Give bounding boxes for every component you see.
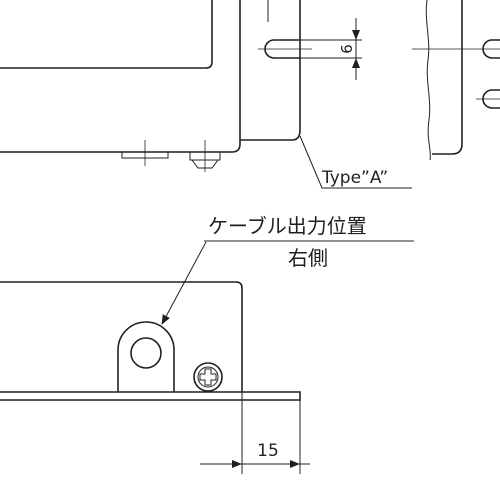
base-plate	[0, 391, 301, 401]
top-view: 6 Type”A”	[0, 0, 500, 189]
inner-panel-outline	[0, 0, 213, 69]
bottom-screw-left	[121, 140, 169, 166]
flange-outline	[240, 0, 301, 141]
cable-gland-boss	[117, 321, 175, 392]
screw-head	[193, 362, 223, 392]
offset-dimension-label: 15	[257, 441, 279, 461]
slot-dim-arrow-top	[352, 30, 360, 40]
offset-dim-arrow-right	[290, 460, 300, 468]
side-view: 15	[0, 281, 310, 474]
cable-position-callout: ケーブル出力位置 右側	[161, 214, 414, 325]
cable-position-leader	[161, 241, 207, 325]
cable-outlet	[130, 337, 162, 369]
slot-dim-arrow-bottom	[352, 58, 360, 68]
type-callout-label: Type”A”	[321, 168, 388, 188]
break-line	[425, 0, 431, 161]
housing-outline	[0, 0, 241, 153]
right-part-outline	[432, 0, 463, 155]
slot-dimension-label: 6	[338, 44, 356, 54]
offset-dim-arrow-left	[232, 460, 242, 468]
cable-position-label: ケーブル出力位置	[208, 214, 367, 238]
technical-drawing: 6 Type”A” ケーブル出力位置 右側 15	[0, 0, 500, 474]
bottom-screw-right	[189, 140, 221, 172]
cable-side-label: 右側	[288, 246, 328, 270]
